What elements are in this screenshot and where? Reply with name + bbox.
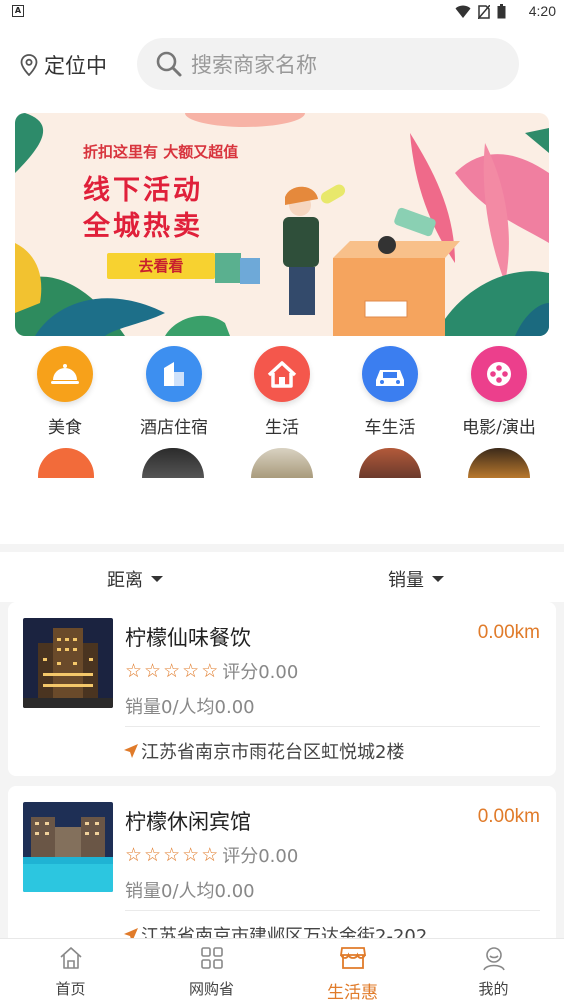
dropdown-arrow-icon [151,576,163,582]
merchant-address-text: 江苏省南京市雨花台区虹悦城2楼 [141,742,405,763]
category-car[interactable]: 车生活 [335,346,445,438]
star-outline-icon: ☆ [201,660,219,682]
sort-bar: 距离 销量 [0,552,564,602]
store-icon [339,947,366,969]
sort-sales-label: 销量 [388,570,424,591]
category-label: 酒店住宿 [140,418,208,438]
merchant-address: 江苏省南京市雨花台区虹悦城2楼 [123,738,404,764]
food-cloche-icon [37,346,93,402]
merchant-sales: 销量0/人均0.00 [125,697,255,718]
category-label: 生活 [265,418,299,438]
merchant-card[interactable]: 柠檬仙味餐饮 0.00km ☆ ☆ ☆ ☆ ☆ 评分0.00 销量0/人均0.0… [8,602,556,776]
merchant-distance: 0.00km [477,806,540,827]
star-outline-icon: ☆ [201,844,219,866]
sort-distance-label: 距离 [107,570,143,591]
star-outline-icon: ☆ [144,660,162,682]
category-label: 车生活 [364,418,416,438]
category-label: 电影/演出 [462,418,536,438]
category-movie[interactable]: 电影/演出 [444,346,554,438]
category-thumb[interactable] [251,448,313,478]
tab-shopping[interactable]: 网购省 [141,945,282,999]
category-thumb[interactable] [468,448,530,478]
location-label: 定位中 [44,54,107,78]
car-icon [362,346,418,402]
sort-sales[interactable]: 销量 [388,566,444,592]
location-pin-icon [20,54,38,76]
grid-icon [200,947,223,969]
notification-icon: A [12,5,24,17]
star-outline-icon: ☆ [125,660,143,682]
merchant-name: 柠檬仙味餐饮 [125,626,251,650]
category-thumb[interactable] [142,448,204,478]
no-sim-icon [478,4,490,19]
home-outline-icon [59,947,82,969]
film-reel-icon [471,346,527,402]
category-label: 美食 [48,418,82,438]
star-outline-icon: ☆ [163,660,181,682]
header: 定位中 搜索商家名称 [0,24,564,104]
tab-life[interactable]: 生活惠 [282,945,423,1002]
merchant-card[interactable]: 柠檬休闲宾馆 0.00km ☆ ☆ ☆ ☆ ☆ 评分0.00 销量0/人均0.0… [8,786,556,947]
tab-home[interactable]: 首页 [0,945,141,999]
wifi-icon [455,5,471,18]
search-placeholder: 搜索商家名称 [191,53,317,77]
merchant-name: 柠檬休闲宾馆 [125,810,251,834]
star-outline-icon: ☆ [144,844,162,866]
category-hotel[interactable]: 酒店住宿 [119,346,229,438]
merchant-sales: 销量0/人均0.00 [125,881,255,902]
star-outline-icon: ☆ [182,660,200,682]
merchant-thumbnail [23,618,113,708]
status-icons [455,4,506,19]
category-thumb[interactable] [359,448,421,478]
dropdown-arrow-icon [432,576,444,582]
status-bar: A 4:20 [0,0,564,24]
merchant-distance: 0.00km [477,622,540,643]
merchant-rating: ☆ ☆ ☆ ☆ ☆ 评分0.00 [125,658,298,684]
tab-label: 首页 [55,980,86,998]
divider [125,726,540,727]
category-grid: 美食 酒店住宿 生活 车生活 电影/演出 [0,336,564,544]
merchant-thumbnail [23,802,113,892]
tab-label: 我的 [478,980,509,998]
category-thumb[interactable] [38,448,94,478]
banner-title-line2: 全城热卖 [83,211,203,242]
divider [125,910,540,911]
promo-banner[interactable]: 折扣这里有 大额又超值 线下活动 全城热卖 去看看 [15,113,549,336]
banner-subtitle: 折扣这里有 大额又超值 [83,143,239,161]
bottom-tab-bar: 首页 网购省 生活惠 我的 [0,938,564,1002]
merchant-score: 评分0.00 [222,846,299,867]
star-outline-icon: ☆ [163,844,181,866]
star-outline-icon: ☆ [182,844,200,866]
merchant-score: 评分0.00 [222,662,299,683]
hotel-icon [146,346,202,402]
sort-distance[interactable]: 距离 [107,566,163,592]
user-icon [482,947,505,971]
search-input[interactable]: 搜索商家名称 [137,38,519,90]
banner-cta-button[interactable]: 去看看 [107,253,215,279]
category-life[interactable]: 生活 [227,346,337,438]
banner-title-line1: 线下活动 [83,175,203,206]
navigation-arrow-icon [124,744,138,758]
battery-icon [497,4,506,19]
merchant-rating: ☆ ☆ ☆ ☆ ☆ 评分0.00 [125,842,298,868]
location-selector[interactable]: 定位中 [20,50,107,80]
category-food[interactable]: 美食 [10,346,120,438]
tab-label: 网购省 [188,980,234,998]
search-icon [156,51,182,77]
star-outline-icon: ☆ [125,844,143,866]
status-time: 4:20 [528,3,556,19]
banner-section: 折扣这里有 大额又超值 线下活动 全城热卖 去看看 [0,104,564,344]
tab-label: 生活惠 [327,983,378,1002]
home-icon [254,346,310,402]
tab-profile[interactable]: 我的 [423,945,564,999]
